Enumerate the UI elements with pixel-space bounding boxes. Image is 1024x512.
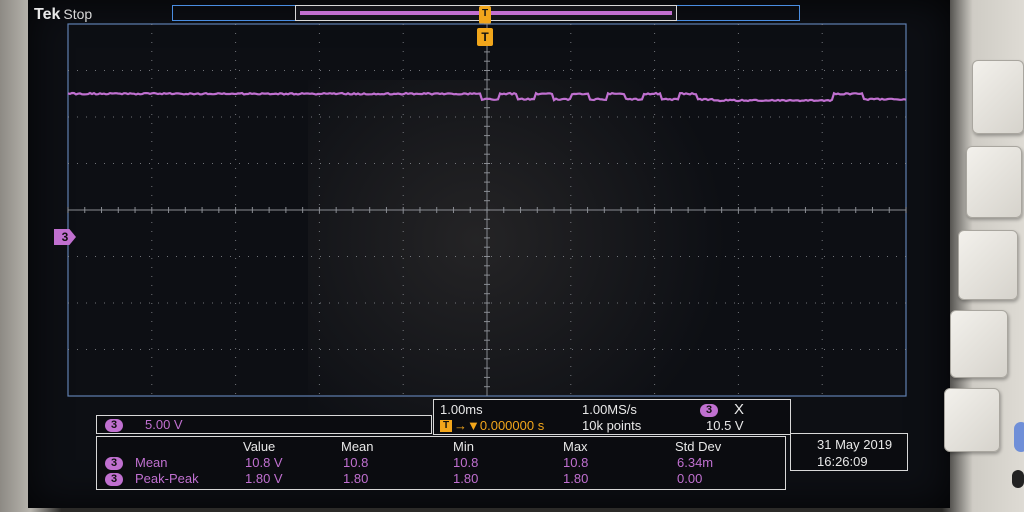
- col-header-mean: Mean: [341, 439, 374, 454]
- sample-rate: 1.00MS/s: [582, 402, 637, 417]
- meas-row2-name: Peak-Peak: [135, 471, 199, 486]
- trigger-type-icon: X: [734, 401, 744, 418]
- side-menu-button-2[interactable]: [966, 146, 1022, 218]
- col-header-std-dev: Std Dev: [675, 439, 721, 454]
- meas-row1-value: 10.8 V: [245, 455, 283, 470]
- side-menu-button-1[interactable]: [972, 60, 1024, 134]
- time-per-div: 1.00ms: [440, 402, 483, 417]
- graticule-grid: [68, 24, 906, 396]
- channel-volts-per-div: 5.00 V: [145, 417, 183, 432]
- channel-scale-readout[interactable]: 3 5.00 V: [96, 415, 432, 434]
- timebase-readout[interactable]: 1.00ms 1.00MS/s 3 X T →▼0.000000 s 10k p…: [433, 399, 791, 435]
- blue-knob[interactable]: [1014, 422, 1024, 452]
- meas-row1-name: Mean: [135, 455, 168, 470]
- channel-chip: 3: [105, 419, 123, 432]
- meas-row1-channel: 3: [105, 457, 123, 470]
- trigger-level: 10.5 V: [706, 418, 744, 433]
- meas-row2-max: 1.80: [563, 471, 588, 486]
- trigger-icon: T: [440, 420, 452, 432]
- meas-row1-mean: 10.8: [343, 455, 368, 470]
- col-header-max: Max: [563, 439, 588, 454]
- meas-row1-min: 10.8: [453, 455, 478, 470]
- time: 16:26:09: [817, 454, 868, 469]
- side-menu-button-3[interactable]: [958, 230, 1018, 300]
- trigger-position-marker[interactable]: T: [477, 28, 493, 46]
- col-header-value: Value: [243, 439, 275, 454]
- record-length: 10k points: [582, 418, 641, 433]
- trigger-channel-chip: 3: [700, 404, 718, 417]
- date-time-readout[interactable]: 31 May 2019 16:26:09: [790, 433, 908, 471]
- meas-row2-mean: 1.80: [343, 471, 368, 486]
- meas-row2-channel: 3: [105, 473, 123, 486]
- measurement-table[interactable]: Value Mean Min Max Std Dev 3 Mean 10.8 V…: [96, 436, 786, 490]
- col-header-min: Min: [453, 439, 474, 454]
- meas-row2-min: 1.80: [453, 471, 478, 486]
- meas-row2-value: 1.80 V: [245, 471, 283, 486]
- bottom-knob[interactable]: [1012, 470, 1024, 488]
- meas-row2-std-dev: 0.00: [677, 471, 702, 486]
- side-menu-button-4[interactable]: [950, 310, 1008, 378]
- meas-row1-max: 10.8: [563, 455, 588, 470]
- meas-row1-std-dev: 6.34m: [677, 455, 713, 470]
- side-menu-button-5[interactable]: [944, 388, 1000, 452]
- trigger-position: →▼0.000000 s: [454, 418, 544, 433]
- date: 31 May 2019: [817, 437, 892, 452]
